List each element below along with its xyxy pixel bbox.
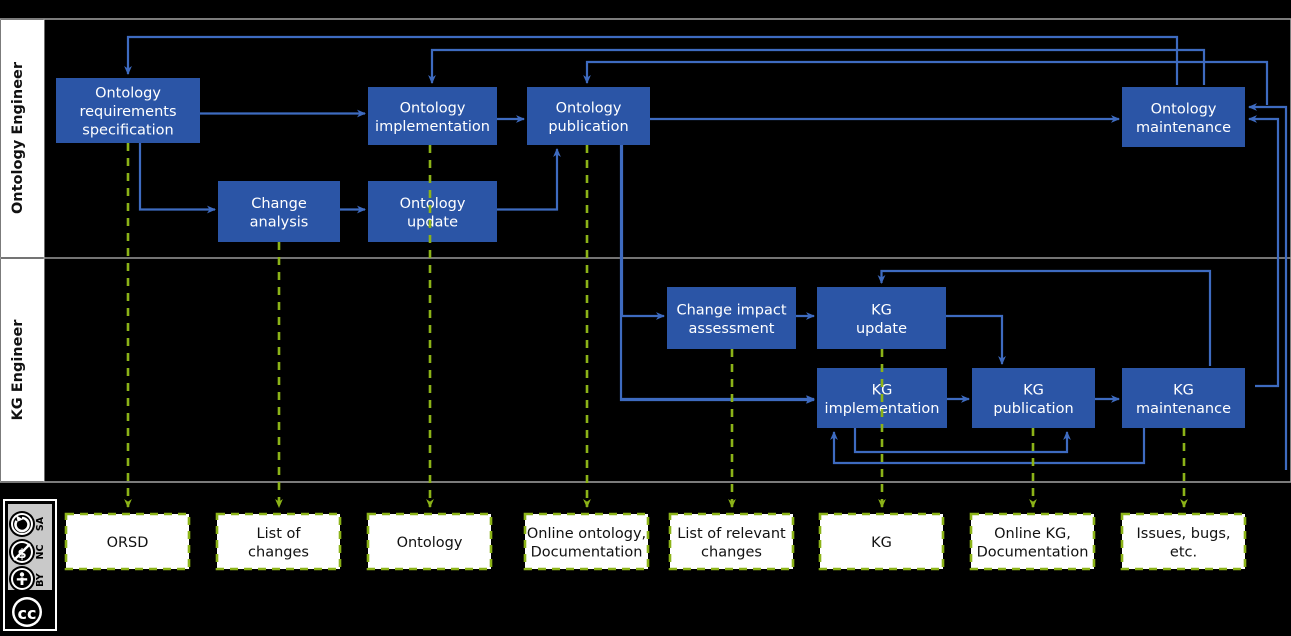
process-label-line: Change — [251, 196, 307, 212]
process-label-line: requirements — [79, 104, 176, 120]
process-kg-publication[interactable]: KG publication — [972, 368, 1095, 428]
output-label-line: List of — [257, 526, 302, 542]
output-label-line: Documentation — [531, 544, 643, 560]
badge-label: BY — [35, 573, 46, 587]
process-label-line: KG — [1023, 382, 1044, 398]
lane-label: Ontology Engineer — [10, 61, 26, 214]
output-label-line: Ontology — [397, 535, 463, 551]
process-ontology-maintenance[interactable]: Ontology maintenance — [1122, 87, 1245, 147]
process-label-line: Ontology — [400, 100, 466, 116]
output-label-line: ORSD — [107, 535, 149, 551]
svg-text:cc: cc — [18, 604, 37, 623]
process-change-impact-assessment[interactable]: Change impact assessment — [667, 287, 796, 349]
process-change-analysis[interactable]: Change analysis — [218, 181, 340, 242]
swimlane-diagram: Ontology Engineer KG Engineer Ontology req… — [0, 0, 1291, 636]
process-label-line: implementation — [375, 119, 490, 135]
process-label-line: maintenance — [1136, 401, 1231, 417]
output-label-line: KG — [871, 535, 892, 551]
process-label-line: KG — [871, 302, 892, 318]
badge-label: SA — [35, 516, 46, 531]
output-label-line: etc. — [1170, 544, 1197, 560]
process-label-line: Ontology — [95, 86, 161, 102]
process-label-line: Ontology — [400, 196, 466, 212]
output-label-line: Documentation — [977, 544, 1089, 560]
cc-by-nc-sa-badge[interactable]: $ cc SANCBY — [3, 499, 57, 631]
output-label-line: List of relevant — [677, 526, 786, 542]
process-ontology-update[interactable]: Ontology update — [368, 181, 497, 242]
output-label-line: Online KG, — [994, 526, 1071, 542]
output-label-line: changes — [701, 544, 762, 560]
process-label-line: KG — [1173, 382, 1194, 398]
process-label-line: Ontology — [556, 100, 622, 116]
process-label-line: maintenance — [1136, 120, 1231, 136]
process-label-line: publication — [993, 401, 1073, 417]
process-kg-update[interactable]: KG update — [817, 287, 946, 349]
badge-label: NC — [35, 545, 46, 560]
process-label-line: analysis — [250, 214, 309, 230]
process-label-line: update — [407, 214, 458, 230]
process-label-line: specification — [82, 123, 173, 139]
process-ontology-implementation[interactable]: Ontology implementation — [368, 87, 497, 145]
process-label-line: publication — [548, 119, 628, 135]
lane-label: KG Engineer — [10, 319, 26, 421]
output-label-line: changes — [248, 544, 309, 560]
process-label-line: Ontology — [1151, 101, 1217, 117]
lane-header-kg-engineer: KG Engineer — [10, 319, 26, 421]
process-ontology-requirements-specification[interactable]: Ontology requirements specification — [56, 78, 200, 143]
diagram-canvas: Ontology Engineer KG Engineer Ontology req… — [0, 0, 1291, 636]
process-kg-maintenance[interactable]: KG maintenance — [1122, 368, 1245, 428]
process-label-line: assessment — [689, 321, 775, 337]
output-label-line: Issues, bugs, — [1136, 526, 1230, 542]
process-ontology-publication[interactable]: Ontology publication — [527, 87, 650, 145]
process-label-line: Change impact — [676, 302, 786, 318]
process-label-line: update — [856, 321, 907, 337]
output-label-line: Online ontology, — [527, 526, 646, 542]
lane-header-ontology-engineer: Ontology Engineer — [10, 61, 26, 214]
